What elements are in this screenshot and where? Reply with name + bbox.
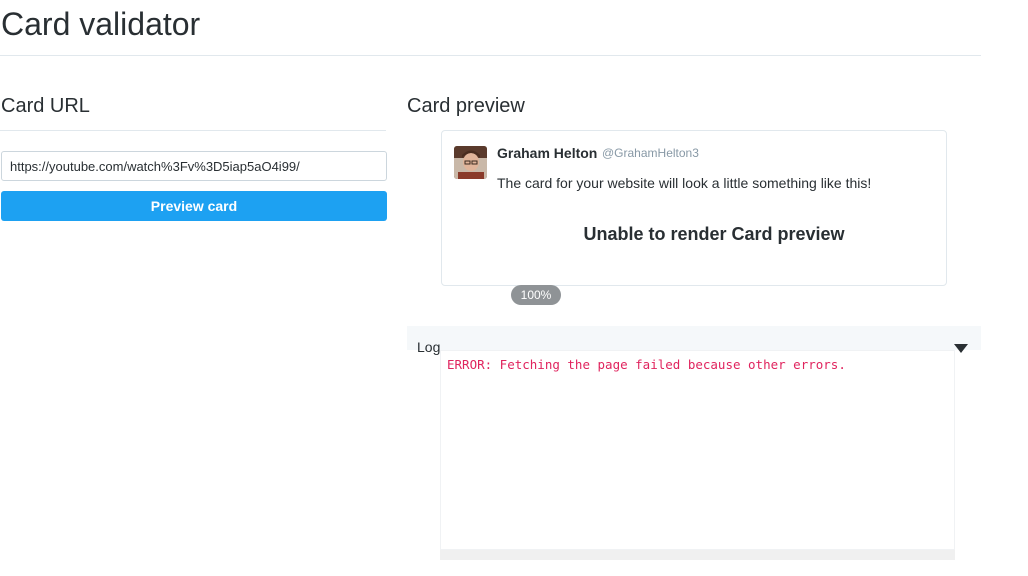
- card-url-heading: Card URL: [1, 95, 90, 117]
- zoom-level-badge: 100%: [511, 285, 561, 305]
- log-entry: ERROR: Fetching the page failed because …: [447, 357, 846, 372]
- title-divider: [0, 55, 981, 56]
- avatar-image: [454, 146, 487, 179]
- card-url-input[interactable]: [1, 151, 387, 181]
- user-handle: @GrahamHelton3: [602, 146, 699, 160]
- log-output: ERROR: Fetching the page failed because …: [440, 350, 955, 550]
- log-label: Log: [417, 339, 441, 355]
- log-horizontal-scrollbar[interactable]: [440, 550, 955, 560]
- triangle-down-icon[interactable]: [954, 344, 968, 353]
- card-preview-heading: Card preview: [407, 95, 525, 117]
- card-preview: Graham Helton @GrahamHelton3 The card fo…: [441, 130, 947, 286]
- log-header[interactable]: [407, 326, 981, 350]
- render-error-message: Unable to render Card preview: [583, 224, 845, 244]
- tweet-text: The card for your website will look a li…: [497, 175, 872, 191]
- avatar: [454, 146, 487, 179]
- card-url-divider: [0, 130, 386, 131]
- user-name: Graham Helton: [497, 145, 598, 161]
- page-title: Card validator: [1, 6, 201, 42]
- preview-card-button[interactable]: Preview card: [1, 191, 387, 221]
